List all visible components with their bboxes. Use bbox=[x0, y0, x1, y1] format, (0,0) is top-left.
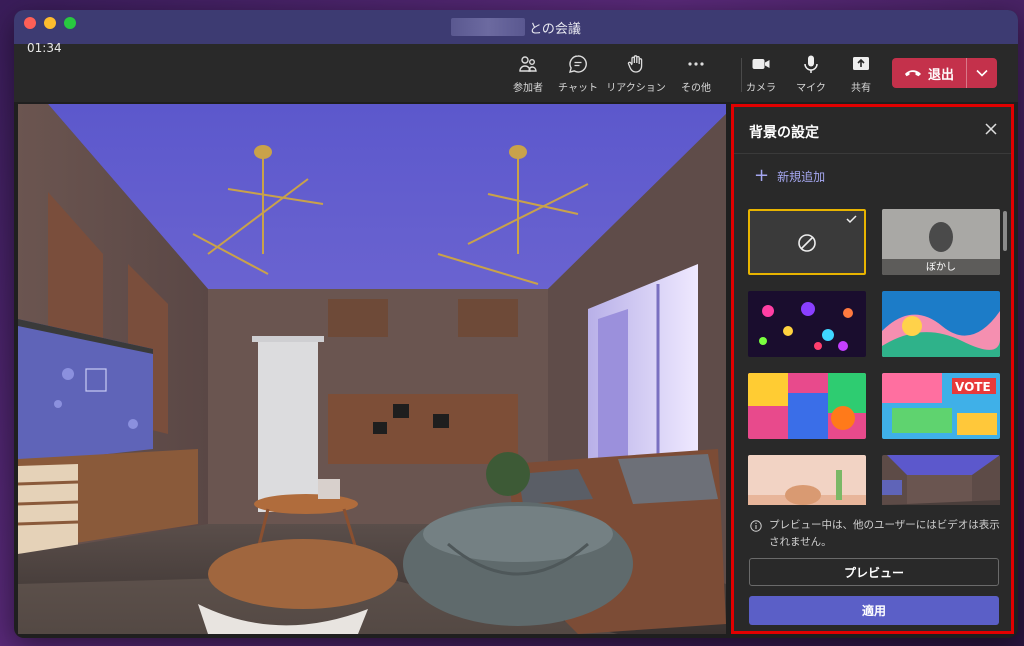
preview-button[interactable]: プレビュー bbox=[749, 558, 999, 586]
close-window-button[interactable] bbox=[24, 17, 36, 29]
window-title: との会議 bbox=[451, 18, 581, 37]
plus-icon: + bbox=[754, 165, 770, 186]
participants-label: 参加者 bbox=[513, 83, 543, 94]
share-button[interactable]: 共有 bbox=[831, 54, 891, 94]
reactions-label: リアクション bbox=[606, 83, 666, 94]
background-gallery: ぼかし VOTE bbox=[748, 209, 1012, 505]
background-option-blur[interactable]: ぼかし bbox=[882, 209, 1000, 275]
zoom-window-button[interactable] bbox=[64, 17, 76, 29]
preview-info-text: プレビュー中は、他のユーザーにはビデオは表示されません。 bbox=[769, 519, 1000, 548]
title-bar: との会議 bbox=[14, 10, 1018, 44]
reactions-button[interactable]: リアクション bbox=[606, 54, 666, 94]
chevron-down-icon bbox=[976, 69, 988, 77]
chat-button[interactable]: チャット bbox=[548, 54, 608, 94]
preview-info: プレビュー中は、他のユーザーにはビデオは表示されません。 bbox=[750, 517, 1000, 551]
chat-label: チャット bbox=[558, 83, 598, 94]
mic-label: マイク bbox=[796, 83, 826, 94]
panel-title: 背景の設定 bbox=[749, 125, 819, 141]
svg-text:VOTE: VOTE bbox=[955, 380, 991, 394]
background-option-bokeh-lights[interactable] bbox=[748, 291, 866, 357]
camera-label: カメラ bbox=[746, 83, 776, 94]
microphone-icon bbox=[804, 55, 818, 73]
background-option-abstract-collage[interactable] bbox=[748, 373, 866, 439]
room-background-image bbox=[18, 104, 726, 634]
more-icon bbox=[688, 62, 704, 66]
background-option-none[interactable] bbox=[748, 209, 866, 275]
chat-icon bbox=[569, 55, 587, 73]
share-label: 共有 bbox=[851, 83, 871, 94]
close-icon[interactable] bbox=[983, 121, 999, 137]
gallery-scrollbar[interactable] bbox=[1003, 211, 1007, 251]
people-icon bbox=[519, 56, 537, 72]
blur-label: ぼかし bbox=[926, 262, 956, 273]
redacted-name bbox=[451, 18, 526, 36]
leave-label: 退出 bbox=[927, 67, 954, 83]
minimize-window-button[interactable] bbox=[44, 17, 56, 29]
info-icon bbox=[750, 520, 762, 532]
leave-main-button[interactable]: 退出 bbox=[892, 58, 966, 88]
checkmark-icon bbox=[846, 215, 857, 224]
more-button[interactable]: その他 bbox=[666, 54, 726, 94]
leave-options-button[interactable] bbox=[967, 69, 997, 77]
background-option-room-interior[interactable] bbox=[882, 455, 1000, 505]
hang-up-icon bbox=[904, 70, 921, 77]
share-screen-icon bbox=[853, 57, 869, 70]
add-new-background-button[interactable]: + 新規追加 bbox=[754, 167, 825, 185]
panel-header: 背景の設定 bbox=[734, 107, 1011, 154]
more-label: その他 bbox=[681, 83, 711, 94]
add-new-label: 新規追加 bbox=[777, 169, 826, 184]
background-option-vote-art[interactable]: VOTE bbox=[882, 373, 1000, 439]
apply-button[interactable]: 適用 bbox=[749, 596, 999, 625]
background-settings-panel: 背景の設定 + 新規追加 ぼかし VOTE プレビュー中は、他のユーザーにはビデ… bbox=[731, 104, 1014, 634]
self-video-preview bbox=[18, 104, 726, 634]
background-option-desert-scene[interactable] bbox=[748, 455, 866, 505]
no-background-icon bbox=[798, 215, 857, 252]
window-controls bbox=[24, 17, 76, 29]
meeting-window: との会議 01:34 参加者 チャット リアクション その他 カメラ マイク 共… bbox=[14, 10, 1018, 638]
leave-button[interactable]: 退出 bbox=[892, 58, 997, 88]
background-option-colorful-wave[interactable] bbox=[882, 291, 1000, 357]
call-timer: 01:34 bbox=[27, 41, 62, 55]
camera-icon bbox=[752, 59, 770, 69]
window-title-text: との会議 bbox=[529, 21, 581, 37]
raise-hand-icon bbox=[627, 55, 643, 73]
